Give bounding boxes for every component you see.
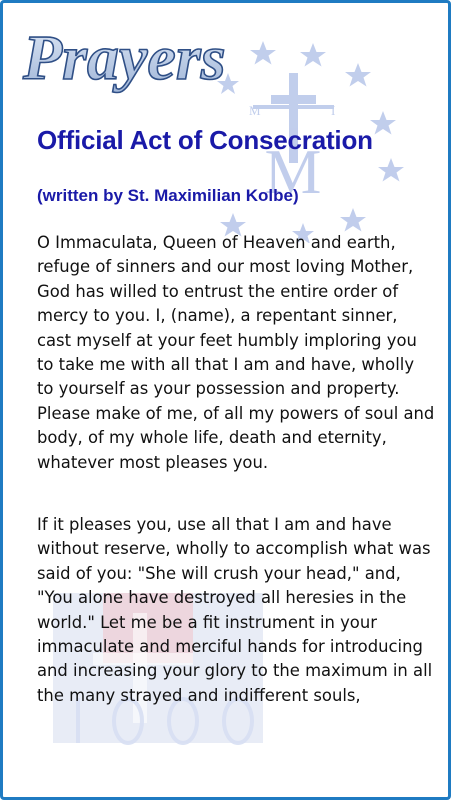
prayers-logo: Prayers — [21, 21, 226, 94]
prayer-title: Official Act of Consecration — [37, 125, 373, 155]
prayer-paragraph-1: O Immaculata, Queen of Heaven and earth,… — [37, 233, 435, 472]
prayer-subtitle: (written by St. Maximilian Kolbe) — [37, 186, 299, 205]
svg-text:I: I — [331, 103, 335, 118]
svg-text:M: M — [249, 103, 261, 118]
prayer-card: M M I Prayers Official Act of Consecrati… — [0, 0, 451, 800]
prayer-paragraph-2: If it pleases you, use all that I am and… — [37, 515, 433, 705]
svg-text:Prayers: Prayers — [22, 22, 226, 93]
